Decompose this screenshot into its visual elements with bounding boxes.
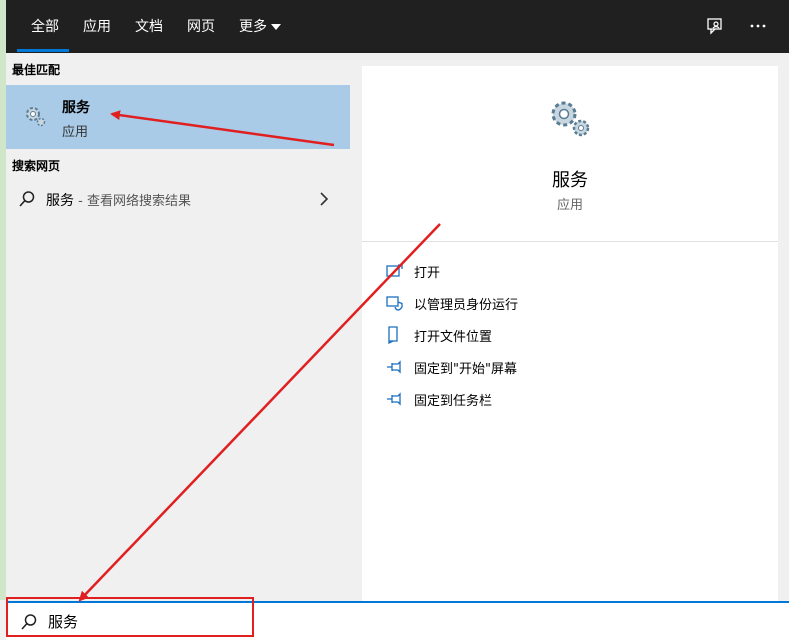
- action-pin-to-taskbar[interactable]: 固定到任务栏: [386, 388, 766, 410]
- tab-more[interactable]: 更多: [239, 16, 281, 36]
- action-run-as-admin[interactable]: 以管理员身份运行: [386, 292, 766, 314]
- ellipsis-icon: [750, 24, 766, 28]
- services-gear-large-icon: [551, 101, 590, 137]
- best-match-subtitle: 应用: [62, 125, 89, 140]
- web-search-result[interactable]: 服务 - 查看网络搜索结果: [6, 184, 350, 214]
- web-result-suffix: - 查看网络搜索结果: [74, 194, 191, 209]
- chevron-down-icon: [271, 24, 281, 30]
- preview-header: 服务 应用: [362, 66, 778, 242]
- action-open-file-location-label: 打开文件位置: [414, 330, 493, 345]
- action-open-label: 打开: [414, 266, 441, 281]
- action-open[interactable]: 打开: [386, 260, 766, 282]
- search-icon: [19, 191, 35, 207]
- pin-icon: [387, 360, 401, 374]
- more-options-button[interactable]: [746, 14, 770, 38]
- tab-more-label: 更多: [239, 19, 267, 35]
- best-match-title: 服务: [62, 100, 90, 116]
- action-pin-to-taskbar-label: 固定到任务栏: [414, 394, 493, 409]
- feedback-button[interactable]: [703, 14, 727, 38]
- action-run-as-admin-label: 以管理员身份运行: [414, 298, 519, 313]
- tab-web[interactable]: 网页: [187, 16, 215, 36]
- tab-all[interactable]: 全部: [31, 16, 59, 36]
- search-tabs-bar: 全部 应用 文档 网页 更多: [6, 0, 789, 53]
- preview-divider: [362, 241, 778, 242]
- preview-panel: 服务 应用 打开 以管理员身份运行 打开文件位置 固定到"开始"屏幕 固定到任务…: [362, 66, 778, 606]
- pin-icon: [387, 392, 401, 406]
- annotation-highlight-box: [6, 597, 254, 637]
- action-pin-to-start-label: 固定到"开始"屏幕: [414, 362, 517, 377]
- feedback-icon: [707, 18, 722, 35]
- file-location-icon: [388, 326, 398, 344]
- chevron-right-icon: [320, 192, 329, 206]
- best-match-item[interactable]: 服务 应用: [6, 85, 350, 149]
- open-icon: [386, 264, 403, 277]
- best-match-heading: 最佳匹配: [12, 63, 61, 77]
- tab-apps[interactable]: 应用: [83, 16, 111, 36]
- preview-app-type: 应用: [556, 198, 583, 213]
- web-search-heading: 搜索网页: [12, 159, 61, 173]
- action-open-file-location[interactable]: 打开文件位置: [386, 324, 766, 346]
- preview-app-name: 服务: [552, 170, 588, 191]
- web-result-query: 服务: [46, 193, 74, 209]
- shield-icon: [386, 296, 403, 311]
- services-gear-icon: [26, 107, 46, 127]
- tab-documents[interactable]: 文档: [135, 16, 163, 36]
- active-tab-indicator: [17, 49, 69, 52]
- action-pin-to-start[interactable]: 固定到"开始"屏幕: [386, 356, 766, 378]
